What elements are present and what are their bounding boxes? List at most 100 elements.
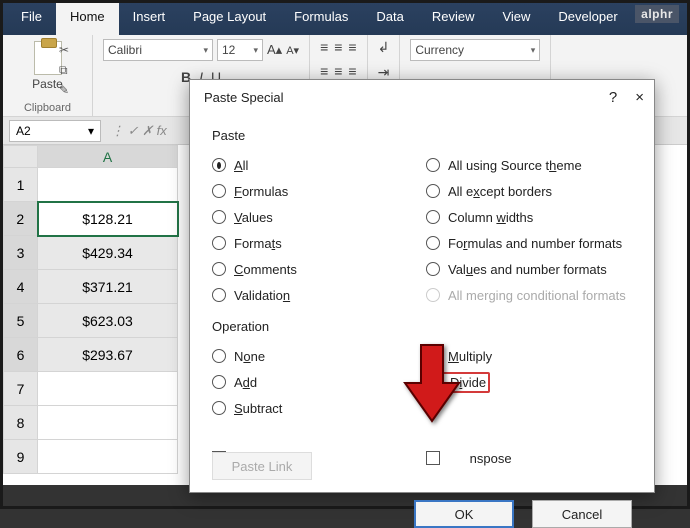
radio-icon [212, 375, 226, 389]
align-top-icon[interactable]: ≡ [320, 39, 328, 55]
row-header-3[interactable]: 3 [4, 236, 38, 270]
paste-values-label: Values [234, 210, 273, 225]
number-format-select[interactable]: Currency▾ [410, 39, 540, 61]
paste-src_theme-label: All using Source theme [448, 158, 582, 173]
op-add-radio[interactable]: Add [212, 372, 418, 392]
op-subtract-label: Subtract [234, 401, 282, 416]
tab-developer[interactable]: Developer [544, 3, 631, 35]
paste-formats-radio[interactable]: Formats [212, 233, 418, 253]
paste-values-radio[interactable]: Values [212, 207, 418, 227]
paste-val_num-radio[interactable]: Values and number formats [426, 259, 632, 279]
paste-all-radio[interactable]: All [212, 155, 418, 175]
tab-page-layout[interactable]: Page Layout [179, 3, 280, 35]
tab-view[interactable]: View [488, 3, 544, 35]
cell-a8[interactable] [38, 406, 178, 440]
cell-a4[interactable]: $371.21 [38, 270, 178, 304]
copy-icon[interactable]: ⧉ [59, 63, 77, 79]
op-subtract-radio[interactable]: Subtract [212, 398, 418, 418]
paste-except_borders-label: All except borders [448, 184, 552, 199]
radio-icon [426, 210, 440, 224]
tab-home[interactable]: Home [56, 3, 119, 35]
number-format-value: Currency [415, 43, 464, 57]
paste-formulas-label: Formulas [234, 184, 288, 199]
tab-data[interactable]: Data [362, 3, 417, 35]
align-middle-icon[interactable]: ≡ [334, 39, 342, 55]
font-name-select[interactable]: Calibri▾ [103, 39, 213, 61]
radio-icon [426, 184, 440, 198]
format-painter-icon[interactable]: ✎ [59, 83, 77, 99]
row-header-5[interactable]: 5 [4, 304, 38, 338]
cell-a2[interactable]: $128.21 [38, 202, 178, 236]
font-name-value: Calibri [108, 43, 142, 57]
ribbon-tabs: File Home Insert Page Layout Formulas Da… [3, 3, 687, 35]
cell-a5[interactable]: $623.03 [38, 304, 178, 338]
align-center-icon[interactable]: ≡ [334, 63, 342, 79]
col-header-a[interactable]: A [38, 146, 178, 168]
radio-icon [426, 262, 440, 276]
tab-insert[interactable]: Insert [119, 3, 180, 35]
align-bottom-icon[interactable]: ≡ [348, 39, 356, 55]
font-size-select[interactable]: 12▾ [217, 39, 263, 61]
operation-section-label: Operation [212, 319, 632, 334]
op-none-radio[interactable]: None [212, 346, 418, 366]
increase-font-icon[interactable]: A▴ [267, 42, 282, 58]
radio-icon [426, 236, 440, 250]
radio-icon [212, 288, 226, 302]
dialog-close-button[interactable]: × [635, 89, 644, 106]
dialog-titlebar[interactable]: Paste Special ? × [190, 80, 654, 114]
row-header-6[interactable]: 6 [4, 338, 38, 372]
cell-a1[interactable] [38, 168, 178, 202]
paste-comments-radio[interactable]: Comments [212, 259, 418, 279]
watermark-badge: alphr [635, 5, 679, 23]
paste-validation-radio[interactable]: Validation [212, 285, 418, 305]
cancel-button[interactable]: Cancel [532, 500, 632, 528]
paste-except_borders-radio[interactable]: All except borders [426, 181, 632, 201]
group-clipboard: Paste ✂ ⧉ ✎ Clipboard [3, 35, 93, 116]
checkbox-icon [426, 451, 440, 465]
radio-icon [426, 158, 440, 172]
row-header-9[interactable]: 9 [4, 440, 38, 474]
name-box-value: A2 [16, 124, 31, 138]
cut-icon[interactable]: ✂ [59, 43, 77, 59]
paste-form_num-label: Formulas and number formats [448, 236, 622, 251]
align-left-icon[interactable]: ≡ [320, 63, 328, 79]
radio-icon [212, 262, 226, 276]
tab-file[interactable]: File [7, 3, 56, 35]
font-size-value: 12 [222, 43, 235, 57]
paste-form_num-radio[interactable]: Formulas and number formats [426, 233, 632, 253]
row-header-4[interactable]: 4 [4, 270, 38, 304]
paste-section-label: Paste [212, 128, 632, 143]
paste-val_num-label: Values and number formats [448, 262, 607, 277]
ok-button[interactable]: OK [414, 500, 514, 528]
cell-a7[interactable] [38, 372, 178, 406]
cell-a9[interactable] [38, 440, 178, 474]
row-header-2[interactable]: 2 [4, 202, 38, 236]
paste-col_widths-label: Column widths [448, 210, 533, 225]
cell-a6[interactable]: $293.67 [38, 338, 178, 372]
row-header-7[interactable]: 7 [4, 372, 38, 406]
radio-icon [212, 349, 226, 363]
tab-review[interactable]: Review [418, 3, 489, 35]
transpose-checkbox[interactable]: nspose [426, 448, 632, 468]
row-header-8[interactable]: 8 [4, 406, 38, 440]
paste-link-button: Paste Link [212, 452, 312, 480]
decrease-font-icon[interactable]: A▾ [286, 44, 299, 57]
tab-formulas[interactable]: Formulas [280, 3, 362, 35]
select-all-corner[interactable] [4, 146, 38, 168]
wrap-text-icon[interactable]: ↲ [378, 39, 390, 56]
paste-formulas-radio[interactable]: Formulas [212, 181, 418, 201]
paste-src_theme-radio[interactable]: All using Source theme [426, 155, 632, 175]
row-header-1[interactable]: 1 [4, 168, 38, 202]
paste-merge_cond-label: All merging conditional formats [448, 288, 626, 303]
paste-all-label: All [234, 158, 248, 173]
paste-formats-label: Formats [234, 236, 282, 251]
annotation-arrow-icon [401, 341, 463, 421]
align-right-icon[interactable]: ≡ [348, 63, 356, 79]
name-box[interactable]: A2▾ [9, 120, 101, 142]
fx-icon[interactable]: ⋮ ✓ ✗ fx [111, 123, 167, 139]
op-add-label: Add [234, 375, 257, 390]
paste-col_widths-radio[interactable]: Column widths [426, 207, 632, 227]
dialog-help-button[interactable]: ? [609, 89, 617, 106]
cell-a3[interactable]: $429.34 [38, 236, 178, 270]
paste-validation-label: Validation [234, 288, 290, 303]
